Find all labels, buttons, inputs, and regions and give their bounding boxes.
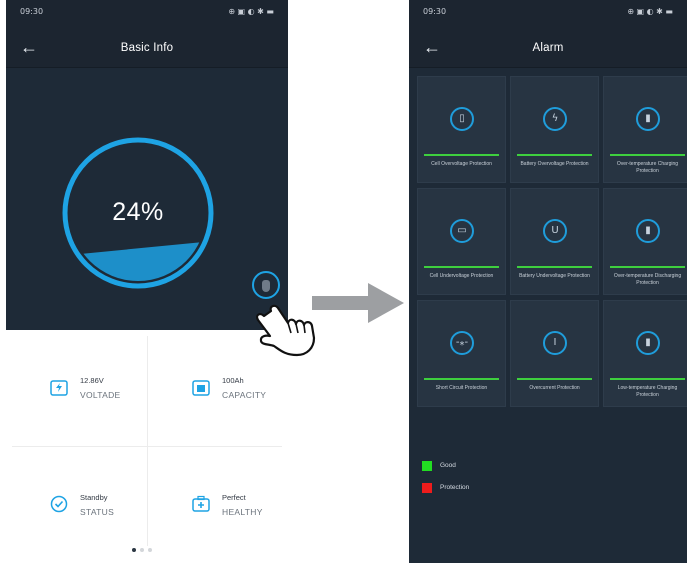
status-bar-indicator (424, 266, 499, 268)
status-bar-indicator (610, 266, 685, 268)
health-label: HEALTHY (222, 507, 263, 517)
alarm-tile[interactable]: ▮ Over-temperature Discharging Protection (603, 188, 687, 295)
alarm-label: Cell Overvoltage Protection (431, 161, 492, 167)
transition-arrow-icon (312, 283, 404, 323)
battery-percent: 24% (112, 198, 164, 226)
status-cell: Standby STATUS (50, 487, 185, 547)
voltage-label: VOLTADE (80, 390, 121, 400)
voltage-cell: 12.86V VOLTADE (50, 370, 185, 430)
legend-label: Good (440, 462, 456, 469)
alarm-tile[interactable]: -⁎- Short Circuit Protection (417, 300, 506, 407)
legend-label: Protection (440, 484, 470, 491)
thermometer-icon: ▮ (645, 113, 651, 124)
alarm-label: Over-temperature Discharging Protection (613, 273, 682, 286)
basic-info-screen: 09:30 ⊕ ▣ ◐ ✱ ▬ ← Basic Info 24% 12.86V (6, 0, 288, 563)
alarm-tile[interactable]: I Overcurrent Protection (510, 300, 599, 407)
battery-gauge-panel: 24% (6, 68, 288, 330)
lightning-icon: ϟ (551, 113, 559, 124)
capacity-value: 100Ah (222, 376, 244, 385)
status-icons: ⊕ ▣ ◐ ✱ ▬ (627, 7, 673, 16)
alarm-label: Cell Undervoltage Protection (429, 273, 494, 279)
health-kit-icon (192, 495, 210, 512)
nav-bar: ← Basic Info (6, 28, 288, 68)
legend-swatch-protection (422, 483, 432, 493)
alarm-tile[interactable]: ▭ Cell Undervoltage Protection (417, 188, 506, 295)
status-time: 09:30 (20, 7, 44, 16)
page-dot[interactable] (132, 548, 136, 552)
alarm-tile[interactable]: U Battery Undervoltage Protection (510, 188, 599, 295)
status-bar-indicator (517, 378, 592, 380)
battery-icon: ▯ (459, 113, 465, 124)
back-arrow-icon[interactable]: ← (421, 36, 443, 58)
divider (12, 446, 282, 447)
thermometer-icon (262, 280, 270, 292)
alarm-tile[interactable]: ▯ Cell Overvoltage Protection (417, 76, 506, 183)
status-label: STATUS (80, 507, 115, 517)
alarm-label: Battery Overvoltage Protection (520, 161, 589, 167)
alarm-tile[interactable]: ▮ Low-temperature Charging Protection (603, 300, 687, 407)
alarm-label: Low-temperature Charging Protection (617, 385, 678, 398)
capacity-cell: 100Ah CAPACITY (192, 370, 288, 430)
check-circle-icon (50, 495, 68, 513)
back-arrow-icon[interactable]: ← (18, 36, 40, 58)
status-bar-indicator (424, 378, 499, 380)
alarm-tile[interactable]: ▮ Over-temperature Charging Protection (603, 76, 687, 183)
thermometer-icon: ▮ (645, 225, 651, 236)
health-value: Perfect (222, 493, 246, 502)
alarm-label: Overcurrent Protection (529, 385, 580, 391)
status-bar-indicator (517, 266, 592, 268)
alarm-label: Over-temperature Charging Protection (616, 161, 679, 174)
status-bar-indicator (517, 154, 592, 156)
capacity-label: CAPACITY (222, 390, 267, 400)
short-circuit-icon: -⁎- (455, 337, 469, 348)
current-icon: I (553, 337, 557, 348)
alarm-tile[interactable]: ϟ Battery Overvoltage Protection (510, 76, 599, 183)
status-bar-indicator (424, 154, 499, 156)
health-cell: Perfect HEALTHY (192, 487, 288, 547)
nav-bar: ← Alarm (409, 28, 687, 68)
battery-low-icon: ▭ (457, 225, 467, 236)
status-bar-indicator (610, 378, 685, 380)
page-dot[interactable] (148, 548, 152, 552)
legend-swatch-good (422, 461, 432, 471)
status-bar: 09:30 ⊕ ▣ ◐ ✱ ▬ (409, 0, 687, 28)
status-value: Standby (80, 493, 108, 502)
alarm-label: Short Circuit Protection (435, 385, 488, 391)
page-indicator[interactable] (132, 548, 152, 552)
alarm-label: Battery Undervoltage Protection (519, 273, 590, 279)
status-bar-indicator (610, 154, 685, 156)
page-title: Basic Info (120, 41, 174, 54)
battery-capacity-icon (192, 380, 210, 396)
status-bar: 09:30 ⊕ ▣ ◐ ✱ ▬ (6, 0, 288, 28)
status-time: 09:30 (423, 7, 447, 16)
alarm-button[interactable] (252, 271, 280, 299)
battery-charge-icon (50, 380, 68, 396)
page-title: Alarm (532, 41, 564, 54)
page-dot[interactable] (140, 548, 144, 552)
thermometer-icon: ▮ (645, 337, 651, 348)
alarm-screen: 09:30 ⊕ ▣ ◐ ✱ ▬ ← Alarm ▯ Cell Overvoltag… (409, 0, 687, 563)
info-grid: 12.86V VOLTADE 100Ah CAPACITY Standby ST… (6, 330, 288, 563)
voltage-icon: U (551, 225, 559, 236)
status-icons: ⊕ ▣ ◐ ✱ ▬ (228, 7, 274, 16)
voltage-value: 12.86V (80, 376, 104, 385)
